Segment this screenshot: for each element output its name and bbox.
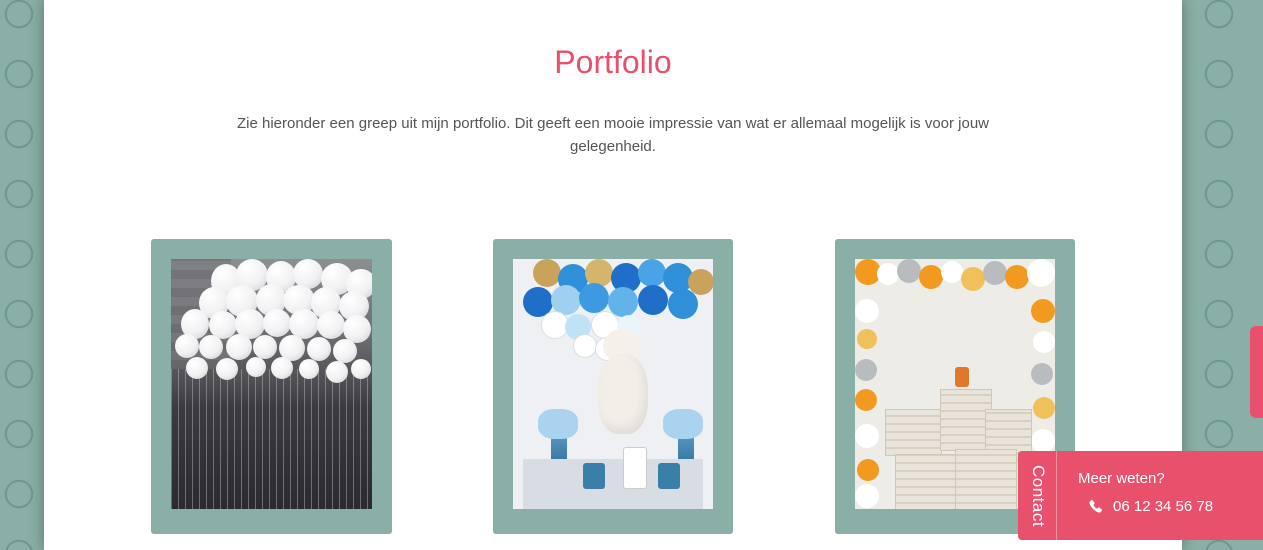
side-scroll-tab[interactable] [1250,326,1263,418]
phone-icon [1088,499,1103,514]
intro-text: Zie hieronder een greep uit mijn portfol… [236,115,990,155]
portfolio-card-1[interactable] [151,239,392,534]
contact-tab-label[interactable]: Contact [1024,465,1048,529]
portfolio-image-white-balloons[interactable] [171,259,372,509]
portfolio-image-baby-shower[interactable] [513,259,713,509]
phone-number[interactable]: 06 12 34 56 78 [1113,498,1213,515]
contact-divider [1056,451,1057,540]
contact-question: Meer weten? [1078,470,1165,487]
page-title: Portfolio [554,44,672,80]
portfolio-card-2[interactable] [493,239,733,534]
contact-widget[interactable]: Contact Meer weten? 06 12 34 56 78 [1018,451,1263,540]
content-panel: Portfolio Zie hieronder een greep uit mi… [44,0,1182,550]
contact-phone-link[interactable]: 06 12 34 56 78 [1088,498,1213,515]
